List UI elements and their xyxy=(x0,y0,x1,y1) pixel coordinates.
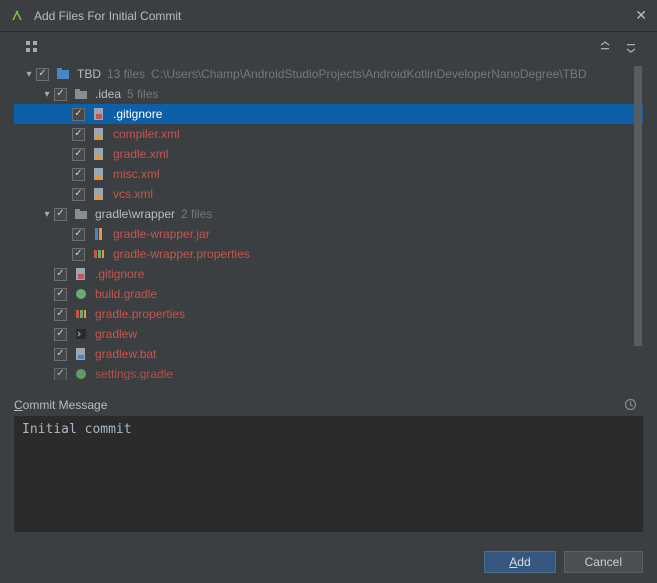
gradle-icon xyxy=(73,366,89,380)
tree-file-label: .gitignore xyxy=(113,107,162,121)
file-icon xyxy=(91,186,107,202)
scrollbar[interactable] xyxy=(633,64,643,380)
gradle-icon xyxy=(73,286,89,302)
tree-file-row[interactable]: ✓ gradlew.bat xyxy=(14,344,643,364)
file-count: 5 files xyxy=(127,87,158,101)
checkbox[interactable]: ✓ xyxy=(72,168,85,181)
properties-icon xyxy=(91,246,107,262)
checkbox[interactable]: ✓ xyxy=(54,268,67,281)
commit-message-label: Commit Message xyxy=(14,398,107,412)
tree-file-row[interactable]: ✓ gradle.properties xyxy=(14,304,643,324)
tree-file-row[interactable]: ✓ vcs.xml xyxy=(14,184,643,204)
bat-icon xyxy=(73,346,89,362)
tree-file-row[interactable]: ✓ misc.xml xyxy=(14,164,643,184)
group-icon[interactable] xyxy=(22,37,42,57)
chevron-down-icon[interactable]: ▾ xyxy=(40,209,54,220)
checkbox[interactable]: ✓ xyxy=(54,288,67,301)
tree-file-label: .gitignore xyxy=(95,267,144,281)
jar-icon xyxy=(91,226,107,242)
checkbox[interactable]: ✓ xyxy=(36,68,49,81)
tree-file-row[interactable]: ✓ gradle-wrapper.properties xyxy=(14,244,643,264)
checkbox[interactable]: ✓ xyxy=(54,208,67,221)
tree-file-label: gradle-wrapper.jar xyxy=(113,227,210,241)
folder-icon xyxy=(73,206,89,222)
tree-file-label: gradle-wrapper.properties xyxy=(113,247,250,261)
expand-all-icon[interactable] xyxy=(595,37,615,57)
window-title: Add Files For Initial Commit xyxy=(34,9,635,23)
collapse-all-icon[interactable] xyxy=(621,37,641,57)
titlebar: Add Files For Initial Commit ✕ xyxy=(0,0,657,32)
tree-file-row[interactable]: ✓ .gitignore xyxy=(14,264,643,284)
tree-node-label: gradle\wrapper xyxy=(95,207,175,221)
file-icon xyxy=(91,166,107,182)
module-icon xyxy=(55,66,71,82)
checkbox[interactable]: ✓ xyxy=(72,128,85,141)
tree-file-label: compiler.xml xyxy=(113,127,180,141)
tree-file-label: gradlew.bat xyxy=(95,347,156,361)
checkbox[interactable]: ✓ xyxy=(54,328,67,341)
checkbox[interactable]: ✓ xyxy=(54,348,67,361)
tree-folder-row[interactable]: ▾ ✓ gradle\wrapper 2 files xyxy=(14,204,643,224)
tree-folder-row[interactable]: ▾ ✓ .idea 5 files xyxy=(14,84,643,104)
toolbar xyxy=(0,32,657,62)
tree-file-label: build.gradle xyxy=(95,287,157,301)
file-icon xyxy=(73,266,89,282)
shell-icon xyxy=(73,326,89,342)
file-tree[interactable]: ▾ ✓ TBD 13 files C:\Users\Champ\AndroidS… xyxy=(14,64,643,380)
tree-node-label: TBD xyxy=(77,67,101,81)
tree-file-row[interactable]: ✓ gradle.xml xyxy=(14,144,643,164)
commit-message-input[interactable]: Initial commit xyxy=(14,416,643,532)
tree-node-label: .idea xyxy=(95,87,121,101)
tree-file-label: gradle.properties xyxy=(95,307,185,321)
checkbox[interactable]: ✓ xyxy=(72,188,85,201)
tree-root-row[interactable]: ▾ ✓ TBD 13 files C:\Users\Champ\AndroidS… xyxy=(14,64,643,84)
tree-file-row[interactable]: ✓ build.gradle xyxy=(14,284,643,304)
tree-file-label: gradle.xml xyxy=(113,147,168,161)
checkbox[interactable]: ✓ xyxy=(72,228,85,241)
checkbox[interactable]: ✓ xyxy=(72,148,85,161)
tree-file-label: settings.gradle xyxy=(95,367,173,380)
checkbox[interactable]: ✓ xyxy=(72,108,85,121)
history-icon[interactable] xyxy=(624,398,637,414)
android-studio-icon xyxy=(10,8,26,24)
tree-file-row[interactable]: ✓ compiler.xml xyxy=(14,124,643,144)
close-icon[interactable]: ✕ xyxy=(635,7,647,24)
button-bar: Add Cancel xyxy=(0,541,657,583)
tree-file-label: vcs.xml xyxy=(113,187,153,201)
checkbox[interactable]: ✓ xyxy=(72,248,85,261)
checkbox[interactable]: ✓ xyxy=(54,308,67,321)
properties-icon xyxy=(73,306,89,322)
folder-icon xyxy=(73,86,89,102)
chevron-down-icon[interactable]: ▾ xyxy=(40,89,54,100)
tree-file-row[interactable]: ✓ .gitignore xyxy=(14,104,643,124)
tree-file-label: gradlew xyxy=(95,327,137,341)
scrollbar-thumb[interactable] xyxy=(634,66,642,346)
chevron-down-icon[interactable]: ▾ xyxy=(22,69,36,80)
checkbox[interactable]: ✓ xyxy=(54,88,67,101)
file-icon xyxy=(91,106,107,122)
tree-file-row[interactable]: ✓ settings.gradle xyxy=(14,364,643,380)
file-count: 2 files xyxy=(181,207,212,221)
tree-file-row[interactable]: ✓ gradlew xyxy=(14,324,643,344)
file-count: 13 files xyxy=(107,67,145,81)
tree-file-label: misc.xml xyxy=(113,167,160,181)
file-icon xyxy=(91,146,107,162)
checkbox[interactable]: ✓ xyxy=(54,368,67,381)
cancel-button[interactable]: Cancel xyxy=(564,551,643,573)
file-path: C:\Users\Champ\AndroidStudioProjects\And… xyxy=(151,67,587,81)
add-button[interactable]: Add xyxy=(484,551,555,573)
tree-file-row[interactable]: ✓ gradle-wrapper.jar xyxy=(14,224,643,244)
file-icon xyxy=(91,126,107,142)
